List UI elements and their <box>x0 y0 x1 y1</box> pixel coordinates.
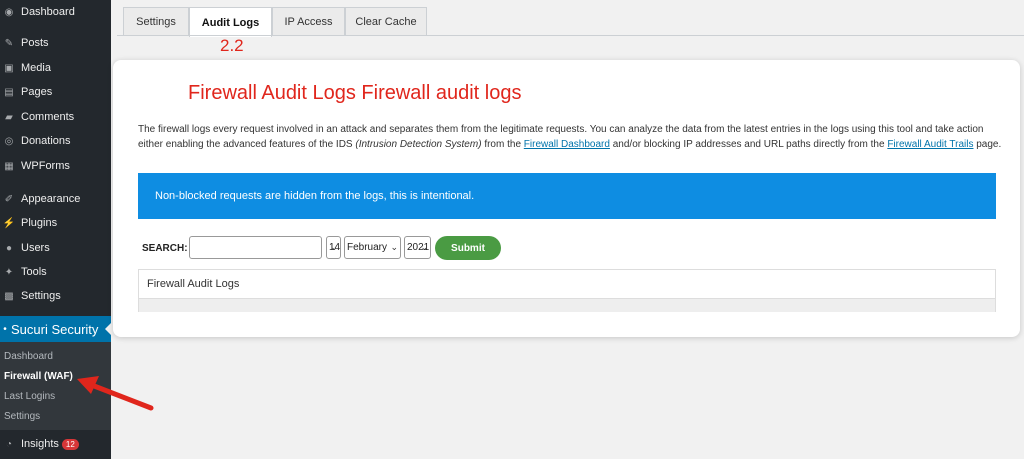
tab-settings[interactable]: Settings <box>123 7 189 36</box>
wrench-icon: ✦ <box>4 266 14 278</box>
plugin-icon: ⚡ <box>2 217 16 229</box>
tab-clear-cache[interactable]: Clear Cache <box>345 7 427 36</box>
tab-ip-access[interactable]: IP Access <box>272 7 345 36</box>
submit-button[interactable]: Submit <box>435 236 501 260</box>
table-body <box>139 299 995 312</box>
pin-icon: ✎ <box>4 37 14 49</box>
sidebar-item-wpforms[interactable]: ▦ WPForms <box>0 154 111 178</box>
sidebar-item-label: Comments <box>21 111 75 123</box>
sidebar-item-label: Insights <box>21 438 59 450</box>
sidebar-item-donations[interactable]: ◎ Donations <box>0 129 111 153</box>
sidebar-item-pages[interactable]: ▤ Pages <box>0 80 111 104</box>
submenu-item-settings[interactable]: Settings <box>4 411 40 422</box>
annotation-arrow-icon <box>77 376 154 411</box>
chevron-down-icon: ⌄ <box>420 242 428 252</box>
pages-icon: ▤ <box>4 86 14 98</box>
firewall-audit-trails-link[interactable]: Firewall Audit Trails <box>887 139 973 150</box>
sidebar-item-label: Dashboard <box>21 6 75 18</box>
bullet-icon: • <box>3 323 7 335</box>
dashboard-icon: ◉ <box>4 6 14 18</box>
sidebar-item-label: Settings <box>21 290 61 302</box>
sidebar-item-label: Appearance <box>21 193 81 205</box>
donations-icon: ◎ <box>4 135 14 147</box>
submenu-item-last-logins[interactable]: Last Logins <box>4 391 55 402</box>
sidebar-item-tools[interactable]: ✦ Tools <box>0 260 111 284</box>
insights-icon: ◔ <box>5 438 13 450</box>
sidebar-item-label: Users <box>21 242 50 254</box>
submenu-item-firewall[interactable]: Firewall (WAF) <box>4 371 73 382</box>
day-select[interactable]: 14 ⌄ <box>326 236 341 259</box>
sidebar-item-label: Pages <box>21 86 53 98</box>
year-select[interactable]: 2021 ⌄ <box>404 236 431 259</box>
search-input[interactable] <box>189 236 322 259</box>
settings-icon: ▩ <box>4 290 14 302</box>
sidebar-item-posts[interactable]: ✎ Posts <box>0 31 111 55</box>
sidebar-item-settings[interactable]: ▩ Settings <box>0 284 111 308</box>
tab-audit-logs[interactable]: Audit Logs <box>189 7 272 37</box>
sidebar-item-label: Media <box>21 62 51 74</box>
page-title: Firewall Audit Logs Firewall audit logs <box>188 82 522 104</box>
firewall-dashboard-link[interactable]: Firewall Dashboard <box>524 139 610 150</box>
sidebar-item-label: Sucuri Security <box>11 321 99 337</box>
notification-badge: 12 <box>61 438 79 450</box>
sidebar-item-insights[interactable]: ◔ Insights 12 <box>0 432 111 456</box>
sidebar-item-plugins[interactable]: ⚡ Plugins <box>0 211 111 235</box>
tab-divider <box>117 35 1024 36</box>
sidebar-item-users[interactable]: ● Users <box>0 236 111 260</box>
brush-icon: ✐ <box>4 193 14 205</box>
table-header: Firewall Audit Logs <box>139 270 995 299</box>
comments-icon: ▰ <box>5 111 13 123</box>
description: The firewall logs every request involved… <box>138 124 1002 150</box>
sidebar-item-label: Tools <box>21 266 47 278</box>
audit-logs-card: Firewall Audit Logs Firewall audit logs … <box>113 60 1020 337</box>
sidebar-item-appearance[interactable]: ✐ Appearance <box>0 187 111 211</box>
info-notice: Non-blocked requests are hidden from the… <box>138 173 996 219</box>
audit-logs-table: Firewall Audit Logs <box>138 269 996 312</box>
users-icon: ● <box>5 242 13 254</box>
forms-icon: ▦ <box>4 160 14 172</box>
media-icon: ▣ <box>4 62 14 74</box>
sidebar-item-label: Posts <box>21 37 49 49</box>
sidebar-item-media[interactable]: ▣ Media <box>0 56 111 80</box>
chevron-down-icon: ⌄ <box>330 242 338 252</box>
sidebar-item-label: WPForms <box>21 160 70 172</box>
sidebar-item-dashboard[interactable]: ◉ Dashboard <box>0 0 111 24</box>
chevron-down-icon: ⌄ <box>390 242 398 252</box>
sidebar-item-label: Donations <box>21 135 71 147</box>
sidebar-item-comments[interactable]: ▰ Comments <box>0 105 111 129</box>
annotation-step-number: 2.2 <box>220 36 244 55</box>
sidebar-item-sucuri-security[interactable]: • Sucuri Security <box>0 316 111 342</box>
month-select[interactable]: February ⌄ <box>344 236 401 259</box>
submenu-item-dashboard[interactable]: Dashboard <box>4 351 53 362</box>
search-label: SEARCH: <box>142 243 188 254</box>
sidebar-item-label: Plugins <box>21 217 58 229</box>
